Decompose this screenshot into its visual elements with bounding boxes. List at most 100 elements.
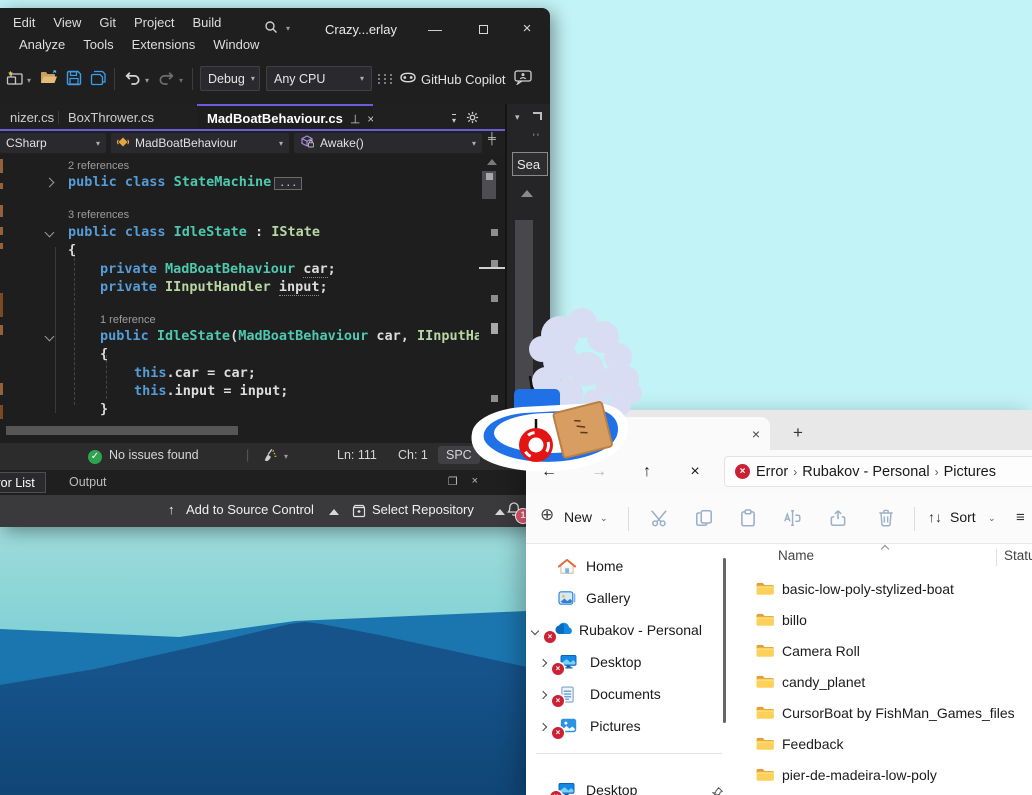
scroll-up-icon[interactable]	[521, 190, 533, 197]
menu-item-project[interactable]: Project	[125, 12, 183, 33]
menu-item-extensions[interactable]: Extensions	[123, 34, 205, 55]
menu-item-build[interactable]: Build	[183, 12, 230, 33]
paste-icon[interactable]	[738, 508, 758, 531]
scroll-up-icon[interactable]	[487, 159, 497, 165]
share-icon[interactable]	[828, 508, 848, 531]
github-copilot-icon[interactable]	[398, 70, 418, 88]
column-guides-icon[interactable]	[378, 74, 394, 84]
file-row-candy_planet[interactable]: candy_planet	[746, 667, 1032, 698]
member-dropdown[interactable]: Awake() ▾	[294, 133, 482, 153]
sort-button-label[interactable]: Sort	[950, 509, 976, 525]
chevron-up-icon[interactable]	[495, 509, 505, 515]
column-separator[interactable]	[996, 549, 997, 566]
column-header-status[interactable]: Status	[1004, 548, 1032, 563]
split-window-icon[interactable]: ╪	[488, 133, 496, 145]
menu-item-window[interactable]: Window	[204, 34, 268, 55]
chevron-down-icon[interactable]	[530, 626, 540, 636]
fold-collapse-icon[interactable]	[44, 227, 55, 238]
chevron-down-icon[interactable]: ▾	[27, 76, 31, 85]
stop-refresh-icon[interactable]: ×	[682, 460, 708, 484]
chevron-right-icon[interactable]	[538, 722, 548, 732]
pin-tab-icon[interactable]: ⊣	[348, 113, 362, 123]
view-icon[interactable]: ≡	[1016, 509, 1025, 526]
cut-icon[interactable]	[650, 508, 670, 531]
fold-collapse-icon[interactable]	[44, 331, 55, 342]
sidebar-item-home[interactable]: Home	[528, 552, 724, 582]
file-row-billo[interactable]: billo	[746, 605, 1032, 636]
breadcrumb-item[interactable]: Pictures	[944, 464, 996, 480]
menu-item-edit[interactable]: Edit	[4, 12, 44, 33]
file-row-cursorboat-by-fishman_games_files[interactable]: CursorBoat by FishMan_Games_files	[746, 698, 1032, 729]
minimize-button[interactable]: —	[422, 18, 448, 40]
tab-close-icon[interactable]: ×	[752, 426, 760, 442]
sidebar-item-documents[interactable]: × Documents	[528, 680, 724, 710]
panel-tab-error-list[interactable]: Error List	[0, 472, 46, 493]
column-indicator[interactable]: Ch: 1	[398, 448, 428, 462]
project-dropdown[interactable]: CSharp ▾	[0, 133, 106, 153]
menu-item-git[interactable]: Git	[90, 12, 125, 33]
chevron-right-icon[interactable]	[538, 690, 548, 700]
maximize-button[interactable]	[470, 18, 496, 40]
sidebar-item-rubakov-personal[interactable]: × Rubakov - Personal	[528, 616, 724, 646]
vs-tab-madboatbehaviour-cs[interactable]: MadBoatBehaviour.cs ⊣ ×	[197, 104, 373, 131]
panel-restore-icon[interactable]: ❐	[448, 475, 458, 488]
chevron-right-icon[interactable]	[538, 658, 548, 668]
panel-layout-icon[interactable]	[533, 112, 542, 120]
sidebar-item-pictures[interactable]: × Pictures	[528, 712, 724, 742]
github-copilot-label[interactable]: GitHub Copilot	[421, 72, 506, 87]
gear-icon[interactable]	[466, 111, 479, 127]
sort-ascending-icon[interactable]	[880, 544, 890, 554]
code-editor[interactable]: 2 references public class StateMachine...…	[0, 155, 505, 443]
redo-icon[interactable]	[158, 70, 175, 88]
file-row-pier-de-madeira-low-poly[interactable]: pier-de-madeira-low-poly	[746, 760, 1032, 791]
new-tab-button[interactable]: +	[784, 419, 812, 447]
file-row-camera-roll[interactable]: Camera Roll	[746, 636, 1032, 667]
fold-expand-icon[interactable]	[44, 177, 55, 188]
sort-arrows-icon[interactable]: ↑↓	[928, 509, 942, 525]
type-dropdown[interactable]: MadBoatBehaviour ▾	[111, 133, 289, 153]
panel-tab-output[interactable]: Output	[60, 472, 116, 493]
toggle-outlining-icon[interactable]: ▾	[452, 113, 457, 125]
chevron-down-icon[interactable]: ▾	[515, 112, 520, 123]
delete-icon[interactable]	[876, 508, 896, 531]
platform-dropdown[interactable]: Any CPU ▾	[266, 66, 372, 91]
editor-horizontal-scrollbar[interactable]	[6, 426, 238, 435]
sidebar-item-gallery[interactable]: Gallery	[528, 584, 724, 614]
sidebar-item-desktop[interactable]: ×Desktop	[528, 648, 724, 678]
copy-icon[interactable]	[694, 508, 714, 531]
add-to-source-control-button[interactable]: Add to Source Control	[186, 502, 314, 517]
new-project-icon[interactable]	[6, 70, 24, 89]
menu-item-analyze[interactable]: Analyze	[10, 34, 74, 55]
line-indicator[interactable]: Ln: 111	[337, 448, 377, 462]
open-folder-icon[interactable]	[40, 70, 58, 89]
chevron-up-icon[interactable]	[329, 509, 339, 515]
address-bar[interactable]: × Error › Rubakov - Personal › Pictures	[724, 456, 1032, 487]
file-row-feedback[interactable]: Feedback	[746, 729, 1032, 760]
sidebar-item-desktop[interactable]: ×Desktop	[528, 776, 724, 795]
menu-item-tools[interactable]: Tools	[74, 34, 122, 55]
menu-item-view[interactable]: View	[44, 12, 90, 33]
chevron-down-icon[interactable]: ⌄	[988, 513, 996, 524]
vs-tab-nizer-cs[interactable]: nizer.cs	[0, 104, 58, 131]
close-button[interactable]: ×	[514, 18, 540, 40]
breadcrumb-item[interactable]: Error	[756, 464, 788, 480]
save-all-icon[interactable]	[90, 70, 108, 89]
chevron-down-icon[interactable]: ▾	[284, 452, 288, 461]
search-panel-tab[interactable]: Sea	[512, 152, 548, 176]
send-feedback-icon[interactable]	[514, 70, 532, 88]
code-cleanup-icon[interactable]	[262, 448, 277, 466]
save-icon[interactable]	[66, 70, 82, 89]
panel-close-icon[interactable]: ×	[472, 475, 478, 488]
new-button-label[interactable]: New	[564, 509, 592, 525]
vs-tab-boxthrower-cs[interactable]: BoxThrower.cs	[58, 104, 165, 131]
undo-icon[interactable]	[124, 70, 141, 88]
breadcrumb-item[interactable]: Rubakov - Personal	[802, 464, 929, 480]
file-row-basic-low-poly-stylized-boat[interactable]: basic-low-poly-stylized-boat	[746, 574, 1032, 605]
sidebar-scrollbar[interactable]	[723, 558, 726, 723]
rename-icon[interactable]	[782, 508, 802, 531]
close-tab-icon[interactable]: ×	[367, 112, 373, 126]
vs-search-control[interactable]: ▾	[264, 20, 290, 37]
chevron-down-icon[interactable]: ▾	[179, 76, 183, 85]
chevron-down-icon[interactable]: ⌄	[600, 513, 608, 524]
select-repository-button[interactable]: Select Repository	[372, 502, 474, 517]
